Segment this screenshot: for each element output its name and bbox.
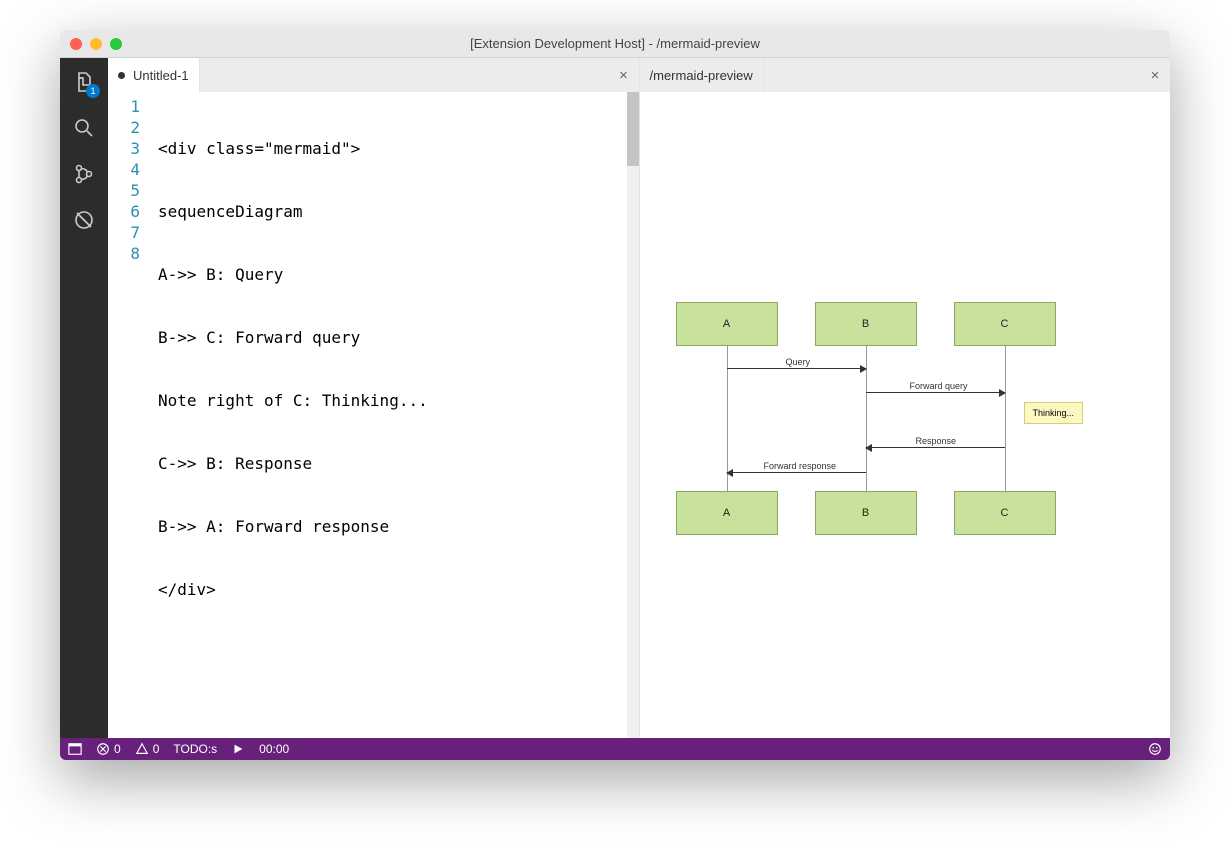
preview-content: A B C Query Forward query Thinking... [640,92,1171,738]
actor-box-b-top: B [815,302,917,346]
status-open-window-icon[interactable] [68,742,82,756]
titlebar: [Extension Development Host] - /mermaid-… [60,30,1170,58]
status-warnings-count: 0 [153,742,160,756]
search-icon[interactable] [70,114,98,142]
actor-box-b-bottom: B [815,491,917,535]
editor-tabbar: Untitled-1 × [108,58,639,92]
app-window: [Extension Development Host] - /mermaid-… [60,30,1170,760]
actor-box-c-top: C [954,302,1056,346]
actor-box-c-bottom: C [954,491,1056,535]
message-label-forward-response: Forward response [762,461,839,471]
debug-icon[interactable] [70,206,98,234]
editor-tab[interactable]: Untitled-1 [108,58,200,92]
code-line: Note right of C: Thinking... [158,390,639,411]
line-number: 3 [108,138,140,159]
editor-pane: Untitled-1 × 1 2 3 4 5 6 7 8 [108,58,640,738]
preview-tab-label: /mermaid-preview [650,68,753,83]
window-title: [Extension Development Host] - /mermaid-… [60,36,1170,51]
tab-dirty-indicator [118,72,125,79]
message-label-response: Response [914,436,959,446]
preview-tab-close-button[interactable]: × [1146,66,1164,84]
status-timer[interactable]: 00:00 [259,742,289,756]
editor-tab-close-button[interactable]: × [615,66,633,84]
code-line: B->> A: Forward response [158,516,639,537]
window-close-button[interactable] [70,38,82,50]
source-control-icon[interactable] [70,160,98,188]
status-errors-count: 0 [114,742,121,756]
message-label-forward-query: Forward query [908,381,970,391]
status-feedback-icon[interactable] [1148,742,1162,756]
message-arrow-response [866,447,1005,448]
code-area[interactable]: <div class="mermaid"> sequenceDiagram A-… [158,92,639,738]
message-arrow-forward-response [727,472,866,473]
line-number-gutter: 1 2 3 4 5 6 7 8 [108,92,158,738]
note-thinking: Thinking... [1024,402,1084,424]
status-play-icon[interactable] [231,742,245,756]
message-arrow-forward-query [866,392,1005,393]
code-line: B->> C: Forward query [158,327,639,348]
code-line: </div> [158,579,639,600]
preview-tab[interactable]: /mermaid-preview [640,58,764,92]
line-number: 2 [108,117,140,138]
editor-tab-label: Untitled-1 [133,68,189,83]
scrollbar-track[interactable] [627,92,639,738]
status-errors[interactable]: 0 [96,742,121,756]
code-line: A->> B: Query [158,264,639,285]
message-label-query: Query [784,357,813,367]
editor-content[interactable]: 1 2 3 4 5 6 7 8 <div class="mermaid"> se… [108,92,639,738]
explorer-icon[interactable]: 1 [70,68,98,96]
line-number: 4 [108,159,140,180]
activity-bar: 1 [60,58,108,738]
message-arrow-query [727,368,866,369]
line-number: 1 [108,96,140,117]
status-bar: 0 0 TODO:s 00:00 [60,738,1170,760]
lifeline-c [1005,346,1006,491]
window-body: 1 Untitled-1 × [60,58,1170,738]
editor-area: Untitled-1 × 1 2 3 4 5 6 7 8 [108,58,1170,738]
status-todos[interactable]: TODO:s [173,742,217,756]
code-line: <div class="mermaid"> [158,138,639,159]
scrollbar-thumb[interactable] [627,92,639,166]
window-maximize-button[interactable] [110,38,122,50]
code-line: C->> B: Response [158,453,639,474]
status-todos-label: TODO:s [173,742,217,756]
line-number: 7 [108,222,140,243]
line-number: 5 [108,180,140,201]
explorer-badge: 1 [86,84,100,98]
status-warnings[interactable]: 0 [135,742,160,756]
preview-pane: /mermaid-preview × A B C [640,58,1171,738]
preview-tabbar: /mermaid-preview × [640,58,1171,92]
line-number: 8 [108,243,140,264]
status-timer-value: 00:00 [259,742,289,756]
actor-box-a-bottom: A [676,491,778,535]
traffic-lights [60,38,122,50]
window-minimize-button[interactable] [90,38,102,50]
actor-box-a-top: A [676,302,778,346]
line-number: 6 [108,201,140,222]
code-line: sequenceDiagram [158,201,639,222]
